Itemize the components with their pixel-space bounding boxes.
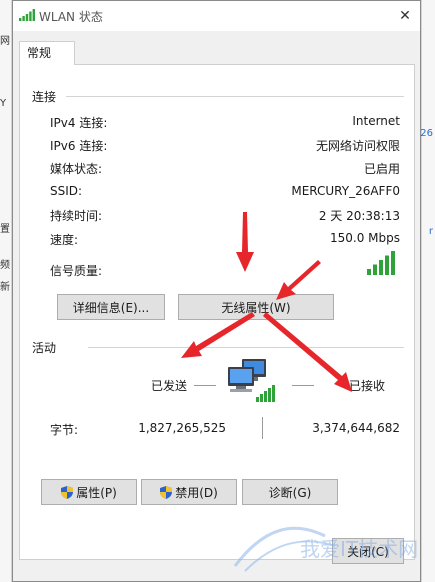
activity-group-label: 活动 bbox=[32, 341, 57, 355]
background-text: 网 bbox=[0, 36, 10, 47]
background-text: Y bbox=[0, 98, 7, 109]
sent-line bbox=[194, 385, 216, 386]
uac-shield-icon bbox=[160, 486, 173, 499]
background-text: 频 bbox=[0, 260, 10, 271]
ssid-value: MERCURY_26AFF0 bbox=[291, 184, 400, 198]
media-state-label: 媒体状态: bbox=[50, 162, 103, 176]
ipv6-label: IPv6 连接: bbox=[50, 139, 108, 153]
signal-bar bbox=[379, 260, 383, 275]
properties-button-label: 属性(P) bbox=[76, 486, 117, 500]
details-button[interactable]: 详细信息(E)... bbox=[57, 294, 165, 320]
signal-bar bbox=[367, 269, 371, 275]
ipv4-value: Internet bbox=[352, 114, 400, 128]
disable-button-label: 禁用(D) bbox=[175, 486, 218, 500]
duration-label: 持续时间: bbox=[50, 209, 103, 223]
signal-bar bbox=[385, 255, 389, 275]
media-state-value: 已启用 bbox=[363, 162, 400, 176]
background-text: 新 bbox=[0, 282, 10, 293]
group-divider bbox=[66, 96, 404, 97]
uac-shield-icon bbox=[61, 486, 74, 499]
wifi-signal-icon bbox=[19, 9, 35, 21]
received-label: 已接收 bbox=[349, 379, 386, 393]
speed-label: 速度: bbox=[50, 233, 79, 247]
background-text: 置 bbox=[0, 224, 10, 235]
duration-value: 2 天 20:38:13 bbox=[318, 209, 400, 223]
bytes-sent-value: 1,827,265,525 bbox=[138, 421, 226, 435]
tab-general[interactable]: 常规 bbox=[19, 41, 75, 65]
speed-value: 150.0 Mbps bbox=[329, 231, 400, 245]
background-text: 26 bbox=[420, 128, 433, 139]
signal-bar bbox=[391, 251, 395, 275]
wlan-status-window: WLAN 状态 ✕ 常规 连接 IPv4 连接: Internet IPv6 连… bbox=[12, 0, 421, 582]
bytes-divider bbox=[262, 417, 263, 439]
signal-quality-label: 信号质量: bbox=[50, 264, 103, 278]
background-window-left: 网 Y 置 新 频 bbox=[0, 0, 12, 582]
window-title: WLAN 状态 bbox=[39, 10, 103, 24]
close-button[interactable]: 关闭(C) bbox=[332, 538, 404, 564]
ipv6-value: 无网络访问权限 bbox=[315, 139, 400, 153]
connection-group-label: 连接 bbox=[32, 90, 57, 104]
bytes-received-value: 3,374,644,682 bbox=[312, 421, 400, 435]
disable-button[interactable]: 禁用(D) bbox=[141, 479, 237, 505]
properties-button[interactable]: 属性(P) bbox=[41, 479, 137, 505]
wireless-properties-button[interactable]: 无线属性(W) bbox=[178, 294, 334, 320]
title-bar[interactable]: WLAN 状态 ✕ bbox=[13, 1, 420, 31]
sent-label: 已发送 bbox=[151, 379, 188, 393]
background-text: r bbox=[428, 226, 433, 237]
ipv4-label: IPv4 连接: bbox=[50, 116, 108, 130]
bytes-label: 字节: bbox=[50, 423, 79, 437]
network-computers-icon bbox=[228, 359, 275, 402]
signal-strength-icon bbox=[367, 251, 395, 275]
diagnose-button[interactable]: 诊断(G) bbox=[242, 479, 338, 505]
close-icon[interactable]: ✕ bbox=[390, 1, 420, 31]
group-divider bbox=[88, 347, 404, 348]
received-line bbox=[292, 385, 314, 386]
signal-bar bbox=[373, 264, 377, 275]
background-window-right: 26 r bbox=[420, 0, 435, 582]
ssid-label: SSID: bbox=[50, 184, 83, 198]
general-panel: 连接 IPv4 连接: Internet IPv6 连接: 无网络访问权限 媒体… bbox=[19, 64, 415, 560]
